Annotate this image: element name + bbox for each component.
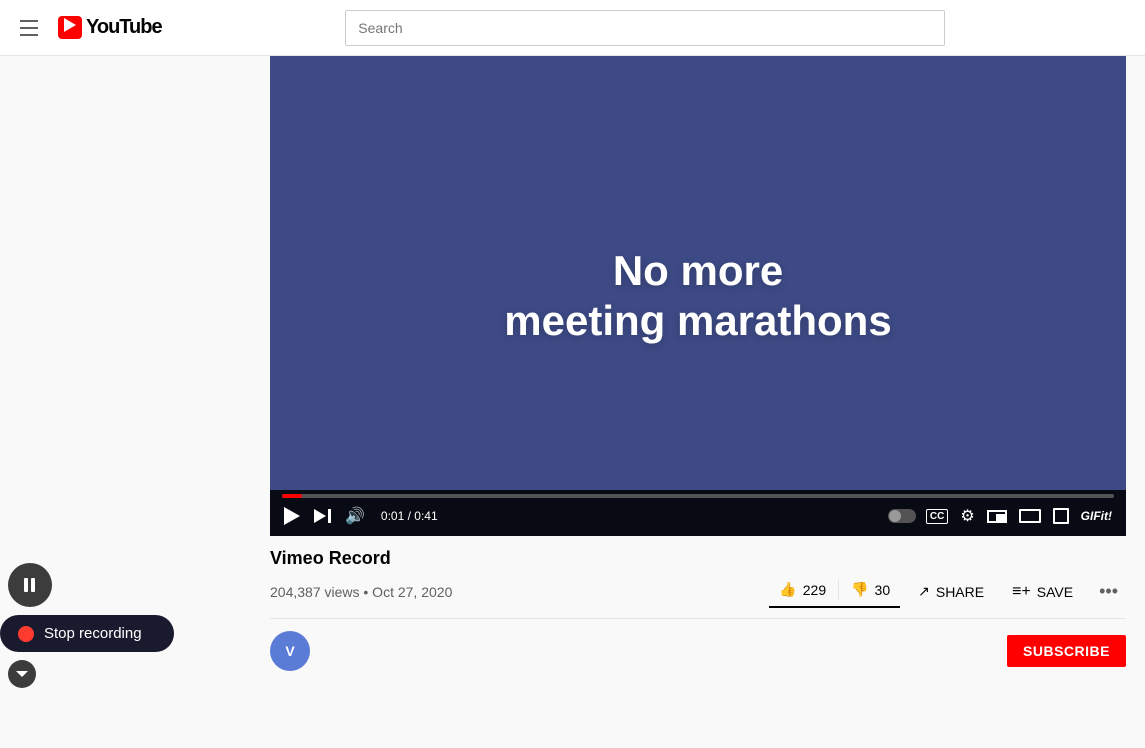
skip-icon bbox=[314, 509, 331, 523]
app-header: YouTube bbox=[0, 0, 1145, 56]
thumbs-down-icon: 👎 bbox=[851, 581, 868, 598]
pause-recording-button[interactable] bbox=[8, 563, 52, 607]
save-button[interactable]: ≡+ SAVE bbox=[1002, 577, 1083, 607]
like-dislike-section: 👍 229 👎 30 bbox=[769, 575, 900, 608]
hamburger-menu[interactable] bbox=[16, 16, 42, 40]
cc-icon: CC bbox=[926, 509, 948, 524]
share-icon: ↗ bbox=[918, 583, 930, 600]
controls-right: CC ⚙ bbox=[888, 504, 1114, 528]
fullscreen-button[interactable] bbox=[1051, 506, 1071, 526]
save-label: SAVE bbox=[1037, 584, 1073, 600]
recording-dot bbox=[18, 626, 34, 642]
video-title: Vimeo Record bbox=[270, 548, 1126, 569]
progress-fill bbox=[282, 494, 302, 498]
recording-overlay: Stop recording bbox=[0, 563, 190, 692]
dislike-count: 30 bbox=[875, 582, 891, 598]
like-divider bbox=[838, 580, 839, 600]
skip-next-button[interactable] bbox=[312, 507, 333, 525]
video-info: Vimeo Record 204,387 views • Oct 27, 202… bbox=[270, 536, 1126, 619]
youtube-logo[interactable]: YouTube bbox=[58, 16, 162, 39]
play-button[interactable] bbox=[282, 505, 302, 527]
channel-row: V SUBSCRIBE bbox=[270, 631, 1126, 671]
progress-bar[interactable] bbox=[282, 494, 1114, 498]
like-count: 229 bbox=[803, 582, 826, 598]
gif-button[interactable]: GIFit! bbox=[1079, 507, 1114, 525]
video-stats: 204,387 views • Oct 27, 2020 bbox=[270, 584, 452, 600]
stop-recording-button[interactable]: Stop recording bbox=[0, 615, 174, 652]
miniplayer-button[interactable] bbox=[985, 508, 1009, 525]
theater-icon bbox=[1019, 509, 1041, 523]
toggle-thumb bbox=[889, 510, 901, 522]
video-overlay-text: No more meeting marathons bbox=[504, 246, 891, 347]
stop-recording-label: Stop recording bbox=[44, 625, 142, 642]
chevron-down-icon bbox=[16, 671, 28, 677]
dislike-button[interactable]: 👎 30 bbox=[841, 575, 900, 604]
more-options-button[interactable]: ••• bbox=[1091, 577, 1126, 606]
pause-icon bbox=[24, 578, 36, 592]
collapse-recording-button[interactable] bbox=[8, 660, 36, 688]
volume-button[interactable]: 🔊 bbox=[343, 504, 367, 528]
search-bar bbox=[345, 10, 945, 46]
cc-button[interactable]: CC bbox=[924, 507, 950, 526]
fullscreen-icon bbox=[1053, 508, 1069, 524]
action-buttons: 👍 229 👎 30 ↗ SHARE ≡+ bbox=[769, 575, 1126, 608]
toggle-track[interactable] bbox=[888, 509, 916, 523]
search-input[interactable] bbox=[345, 10, 945, 46]
miniplayer-icon bbox=[987, 510, 1007, 523]
subscribe-button[interactable]: SUBSCRIBE bbox=[1007, 635, 1126, 667]
toggle-switch[interactable] bbox=[888, 509, 916, 523]
share-label: SHARE bbox=[936, 584, 984, 600]
volume-icon: 🔊 bbox=[345, 506, 365, 526]
theater-button[interactable] bbox=[1017, 507, 1043, 525]
gear-icon: ⚙ bbox=[960, 506, 974, 526]
like-button[interactable]: 👍 229 bbox=[769, 575, 836, 604]
channel-avatar: V bbox=[270, 631, 310, 671]
save-icon: ≡+ bbox=[1012, 583, 1031, 601]
share-button[interactable]: ↗ SHARE bbox=[908, 577, 994, 606]
time-display: 0:01 / 0:41 bbox=[381, 509, 438, 523]
thumbs-up-icon: 👍 bbox=[779, 581, 796, 598]
youtube-wordmark: YouTube bbox=[86, 16, 162, 39]
controls-row: 🔊 0:01 / 0:41 CC ⚙ bbox=[282, 504, 1114, 528]
video-section: No more meeting marathons 🔊 bbox=[270, 56, 1145, 671]
gif-icon: GIFit! bbox=[1081, 509, 1112, 523]
settings-button[interactable]: ⚙ bbox=[958, 504, 976, 528]
video-meta-row: 204,387 views • Oct 27, 2020 👍 229 👎 30 bbox=[270, 575, 1126, 619]
video-controls: 🔊 0:01 / 0:41 CC ⚙ bbox=[270, 490, 1126, 536]
play-icon bbox=[284, 507, 300, 525]
video-player[interactable]: No more meeting marathons 🔊 bbox=[270, 56, 1126, 536]
more-icon: ••• bbox=[1099, 581, 1118, 601]
